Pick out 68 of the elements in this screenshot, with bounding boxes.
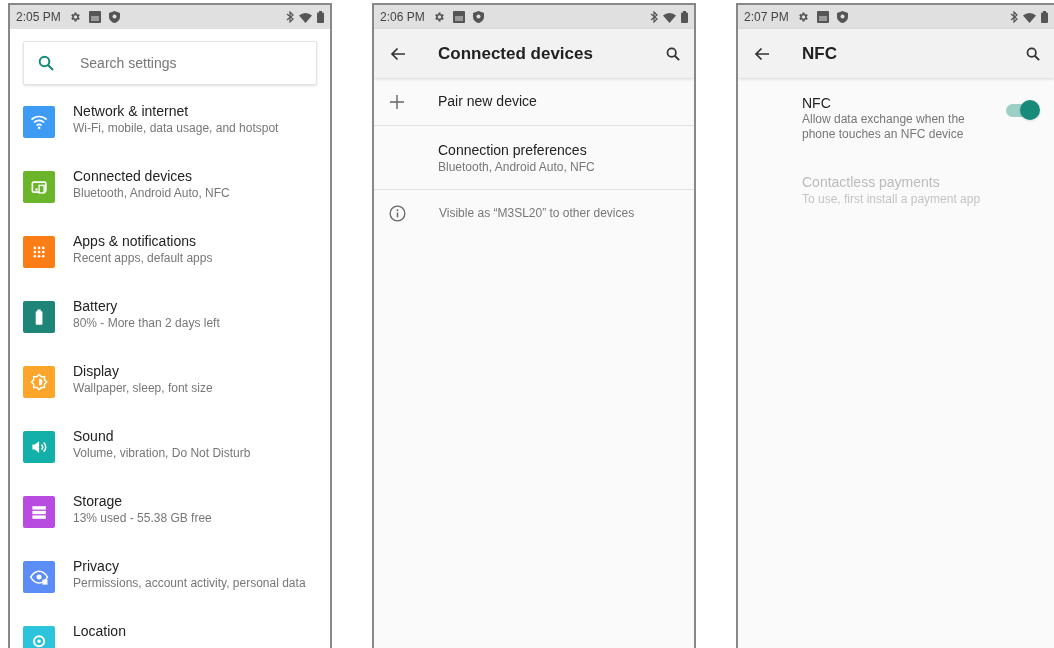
search-icon[interactable] <box>666 46 680 61</box>
shield-icon <box>472 11 484 23</box>
row-title: NFC <box>802 94 832 112</box>
item-subtitle: 13% used - 55.38 GB free <box>73 510 212 526</box>
back-icon[interactable] <box>390 46 406 61</box>
pair-device-row[interactable]: Pair new device <box>374 78 694 126</box>
status-time: 2:07 PM <box>744 9 789 26</box>
gear-icon <box>796 11 809 23</box>
item-title: Battery <box>73 297 119 315</box>
settings-item[interactable]: Location <box>10 623 330 648</box>
status-time: 2:06 PM <box>380 9 425 26</box>
info-icon <box>389 204 406 222</box>
settings-item[interactable]: Battery 80% - More than 2 days left <box>10 298 330 363</box>
item-title: Display <box>73 362 120 380</box>
item-subtitle: Bluetooth, Android Auto, NFC <box>73 185 230 201</box>
item-title: Network & internet <box>73 102 190 120</box>
search-icon[interactable] <box>1026 46 1040 61</box>
image-icon <box>88 11 101 23</box>
back-icon[interactable] <box>754 46 770 61</box>
shield-icon <box>836 11 848 23</box>
plus-icon <box>390 94 404 109</box>
status-time: 2:05 PM <box>16 9 61 26</box>
row-subtitle: Allow data exchange when the phone touches an NFC device <box>802 112 966 142</box>
item-title: Location <box>73 622 126 640</box>
toggle-row[interactable]: NFC Allow data exchange when the phone touches an NFC device <box>738 78 1054 158</box>
settings-item[interactable]: Connected devices Bluetooth, Android Auto, NFC <box>10 168 330 233</box>
item-title: Apps & notifications <box>73 232 197 250</box>
nfc-switch[interactable] <box>1006 100 1040 120</box>
search-bar[interactable]: Search settings <box>23 41 317 85</box>
battery-icon <box>1041 11 1048 23</box>
bluetooth-icon <box>650 11 658 23</box>
item-subtitle: Wi-Fi, mobile, data usage, and hotspot <box>73 120 279 136</box>
bluetooth-icon <box>286 11 294 23</box>
row-title: Visible as “M3SL20” to other devices <box>439 205 635 222</box>
wifi-icon <box>299 11 312 23</box>
item-title: Connected devices <box>73 167 194 185</box>
wifi-icon <box>663 11 676 23</box>
wifi-icon <box>1023 11 1036 23</box>
settings-item[interactable]: Sound Volume, vibration, Do Not Disturb <box>10 428 330 493</box>
row-title: Pair new device <box>438 92 537 111</box>
settings-item[interactable]: Display Wallpaper, sleep, font size <box>10 363 330 428</box>
toolbar-title: NFC <box>802 42 838 65</box>
row-subtitle: Bluetooth, Android Auto, NFC <box>438 158 596 175</box>
item-subtitle: Volume, vibration, Do Not Disturb <box>73 445 251 461</box>
item-subtitle: Recent apps, default apps <box>73 250 213 266</box>
settings-item[interactable]: Apps & notifications Recent apps, default apps <box>10 233 330 298</box>
gear-icon <box>432 11 445 23</box>
image-icon <box>816 11 829 23</box>
image-icon <box>452 11 465 23</box>
settings-item[interactable]: Privacy Permissions, account activity, personal data <box>10 558 330 623</box>
row-title: Connection preferences <box>438 140 588 159</box>
toolbar-title: Connected devices <box>438 42 594 65</box>
item-title: Storage <box>73 492 124 510</box>
settings-item[interactable]: Network & internet Wi-Fi, mobile, data usage, and hotspot <box>10 103 330 168</box>
item-subtitle: Permissions, account activity, personal data <box>73 575 306 591</box>
row-title: Contactless payments <box>802 172 941 191</box>
settings-row[interactable]: Connection preferences Bluetooth, Android Auto, NFC <box>374 126 694 190</box>
battery-icon <box>317 11 324 23</box>
bluetooth-icon <box>1010 11 1018 23</box>
settings-item[interactable]: Storage 13% used - 55.38 GB free <box>10 493 330 558</box>
gear-icon <box>68 11 81 23</box>
item-title: Privacy <box>73 557 120 575</box>
item-subtitle: Wallpaper, sleep, font size <box>73 380 213 396</box>
item-subtitle: 80% - More than 2 days left <box>73 315 220 331</box>
shield-icon <box>108 11 120 23</box>
search-input[interactable]: Search settings <box>80 52 302 74</box>
battery-icon <box>681 11 688 23</box>
item-title: Sound <box>73 427 115 445</box>
